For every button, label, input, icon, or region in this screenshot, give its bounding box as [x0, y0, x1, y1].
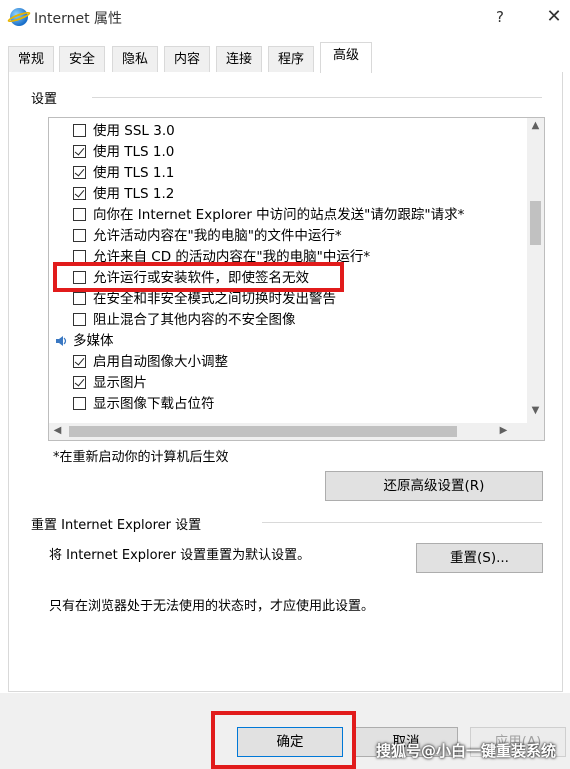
list-item[interactable]: 启用自动图像大小调整 — [49, 352, 527, 373]
tab-general[interactable]: 常规 — [8, 46, 55, 72]
list-item-label: 允许运行或安装软件，即使签名无效 — [93, 270, 309, 286]
tab-security[interactable]: 安全 — [59, 46, 106, 72]
vertical-scroll-thumb[interactable] — [530, 201, 541, 245]
vertical-scrollbar[interactable]: ▲ ▼ — [527, 118, 544, 423]
list-item[interactable]: 显示图像下载占位符 — [49, 394, 527, 415]
list-item[interactable]: 阻止混合了其他内容的不安全图像 — [49, 310, 527, 331]
list-item[interactable]: 允许来自 CD 的活动内容在"我的电脑"中运行* — [49, 247, 527, 268]
unchecked-checkbox[interactable] — [73, 229, 86, 242]
horizontal-scroll-thumb[interactable] — [69, 426, 457, 437]
unchecked-checkbox[interactable] — [73, 124, 86, 137]
list-item[interactable]: 允许活动内容在"我的电脑"的文件中运行* — [49, 226, 527, 247]
checked-checkbox[interactable] — [73, 355, 86, 368]
scroll-right-icon[interactable]: ▶ — [495, 425, 512, 436]
scroll-down-icon[interactable]: ▼ — [527, 405, 544, 416]
restore-advanced-settings-button[interactable]: 还原高级设置(R) — [325, 471, 543, 501]
multimedia-icon — [54, 334, 68, 348]
list-category-label: 多媒体 — [73, 333, 114, 349]
list-category: 多媒体 — [49, 331, 527, 352]
tab-connections[interactable]: 连接 — [216, 46, 263, 72]
reset-description: 将 Internet Explorer 设置重置为默认设置。 — [49, 548, 311, 563]
scrollbar-corner — [527, 423, 544, 440]
unchecked-checkbox[interactable] — [73, 208, 86, 221]
restart-note: *在重新启动你的计算机后生效 — [53, 450, 229, 465]
list-item-label: 显示图像下载占位符 — [93, 396, 215, 412]
settings-group-divider — [92, 97, 542, 98]
settings-group-label: 设置 — [31, 88, 64, 107]
scroll-left-icon[interactable]: ◀ — [49, 425, 66, 436]
tab-advanced[interactable]: 高级 — [320, 42, 373, 73]
list-item-label: 使用 SSL 3.0 — [93, 123, 175, 139]
list-item-label: 向你在 Internet Explorer 中访问的站点发送"请勿跟踪"请求* — [93, 207, 465, 223]
title-bar: Internet 属性 ? ✕ — [0, 0, 570, 36]
tab-privacy[interactable]: 隐私 — [112, 46, 159, 72]
list-item-label: 使用 TLS 1.1 — [93, 165, 175, 181]
list-item[interactable]: 显示图片 — [49, 373, 527, 394]
ok-button[interactable]: 确定 — [237, 727, 343, 757]
checked-checkbox[interactable] — [73, 166, 86, 179]
checked-checkbox[interactable] — [73, 145, 86, 158]
tab-content[interactable]: 内容 — [164, 46, 211, 72]
list-item[interactable]: 向你在 Internet Explorer 中访问的站点发送"请勿跟踪"请求* — [49, 205, 527, 226]
internet-explorer-icon — [10, 8, 28, 26]
reset-group-divider — [262, 522, 542, 523]
unchecked-checkbox[interactable] — [73, 292, 86, 305]
unchecked-checkbox[interactable] — [73, 250, 86, 263]
list-item-label: 显示图片 — [93, 375, 147, 391]
list-item[interactable]: 在安全和非安全模式之间切换时发出警告 — [49, 289, 527, 310]
settings-list[interactable]: 使用 SSL 3.0 使用 TLS 1.0 使用 TLS 1.1 使用 TLS 1.2… — [48, 117, 545, 441]
help-button[interactable]: ? — [486, 4, 514, 30]
list-item-label: 启用自动图像大小调整 — [93, 354, 228, 370]
tab-programs[interactable]: 程序 — [268, 46, 315, 72]
list-item-label: 使用 TLS 1.0 — [93, 144, 175, 160]
close-button[interactable]: ✕ — [540, 4, 568, 30]
list-item-label: 使用 TLS 1.2 — [93, 186, 175, 202]
list-item[interactable]: 使用 TLS 1.0 — [49, 142, 527, 163]
list-item-label: 阻止混合了其他内容的不安全图像 — [93, 312, 296, 328]
scroll-up-icon[interactable]: ▲ — [527, 120, 544, 131]
reset-group-label: 重置 Internet Explorer 设置 — [31, 514, 208, 533]
checked-checkbox[interactable] — [73, 376, 86, 389]
reset-button[interactable]: 重置(S)... — [416, 543, 543, 573]
list-item-label: 允许活动内容在"我的电脑"的文件中运行* — [93, 228, 342, 244]
list-item-label: 在安全和非安全模式之间切换时发出警告 — [93, 291, 336, 307]
horizontal-scrollbar[interactable]: ◀ ▶ — [49, 423, 527, 440]
list-item[interactable]: 使用 TLS 1.2 — [49, 184, 527, 205]
list-item-label: 允许来自 CD 的活动内容在"我的电脑"中运行* — [93, 249, 371, 265]
list-item[interactable]: 使用 TLS 1.1 — [49, 163, 527, 184]
watermark: 搜狐号@小白一键重装系统 — [375, 742, 556, 760]
list-item[interactable]: 使用 SSL 3.0 — [49, 121, 527, 142]
window-title: Internet 属性 — [34, 11, 123, 27]
unchecked-checkbox[interactable] — [73, 271, 86, 284]
unchecked-checkbox[interactable] — [73, 313, 86, 326]
tab-strip: 常规 安全 隐私 内容 连接 程序 高级 — [8, 42, 563, 73]
list-item[interactable]: 允许运行或安装软件，即使签名无效 — [49, 268, 527, 289]
checked-checkbox[interactable] — [73, 187, 86, 200]
unchecked-checkbox[interactable] — [73, 397, 86, 410]
reset-warning: 只有在浏览器处于无法使用的状态时，才应使用此设置。 — [49, 599, 375, 614]
